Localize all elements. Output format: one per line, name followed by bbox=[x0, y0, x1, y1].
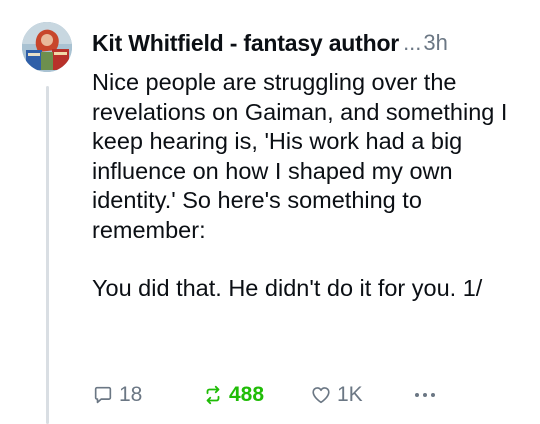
reply-icon bbox=[94, 386, 112, 404]
reply-button[interactable]: 18 bbox=[92, 380, 142, 410]
more-icon bbox=[415, 393, 435, 397]
like-button[interactable]: 1K bbox=[310, 380, 363, 410]
thread-line bbox=[46, 86, 49, 424]
repost-button[interactable]: 488 bbox=[202, 380, 264, 410]
like-count: 1K bbox=[337, 383, 363, 406]
repost-icon bbox=[206, 385, 220, 405]
avatar-image bbox=[22, 22, 72, 72]
post-paragraph: Nice people are struggling over the reve… bbox=[92, 69, 508, 243]
like-icon bbox=[312, 387, 330, 404]
post-header: Kit Whitfield - fantasy author ... 3h bbox=[92, 26, 532, 60]
reply-count: 18 bbox=[119, 383, 143, 406]
header-ellipsis: ... bbox=[403, 30, 422, 55]
more-options-button[interactable] bbox=[412, 380, 438, 410]
post-body: Nice people are struggling over the reve… bbox=[92, 68, 522, 304]
repost-count: 488 bbox=[229, 383, 265, 406]
post-paragraph: You did that. He didn't do it for you. 1… bbox=[92, 275, 483, 301]
post-timestamp[interactable]: 3h bbox=[423, 30, 447, 56]
post-actions: 18 488 1K bbox=[92, 380, 532, 410]
avatar[interactable] bbox=[22, 22, 72, 72]
author-name[interactable]: Kit Whitfield - fantasy author bbox=[92, 30, 399, 57]
